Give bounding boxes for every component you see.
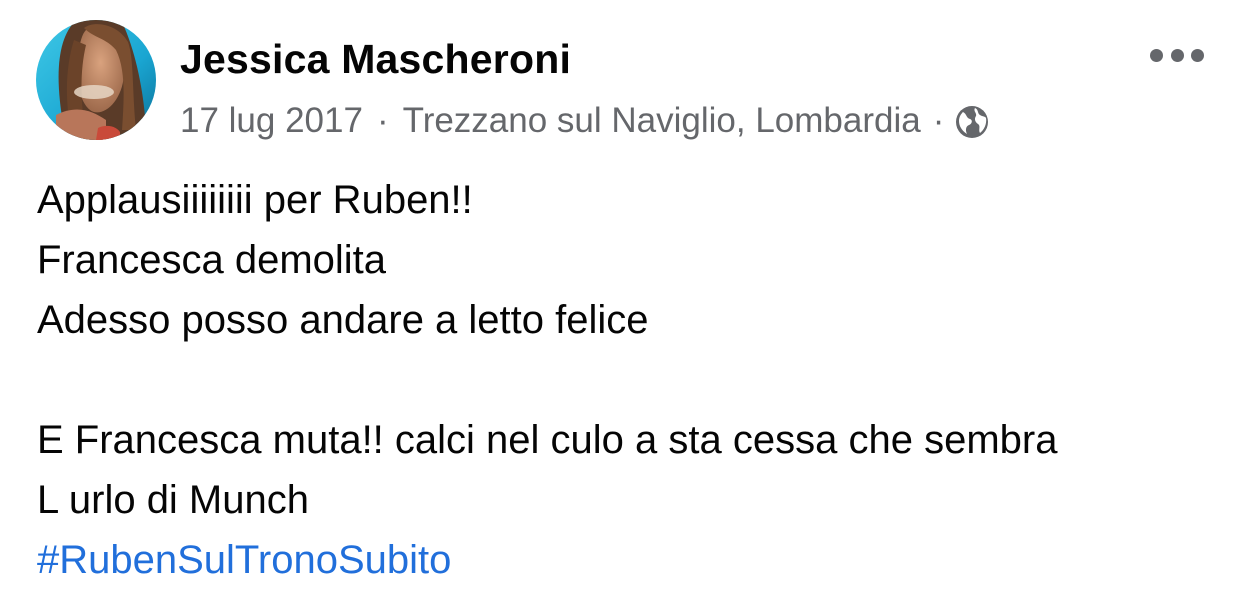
post-text-line	[37, 350, 1057, 410]
post-text-line: E Francesca muta!! calci nel culo a sta …	[37, 418, 1058, 462]
hashtag-link[interactable]: #RubenSulTronoSubito	[37, 530, 1057, 590]
post-text-line: Francesca demolita	[37, 238, 387, 282]
post-text-line: Adesso posso andare a letto felice	[37, 298, 649, 342]
post-text-line: L urlo di Munch	[37, 478, 309, 522]
globe-icon	[954, 104, 990, 140]
more-dot	[1150, 48, 1163, 62]
post-date[interactable]: 17 lug 2017	[180, 101, 363, 141]
avatar-image	[36, 20, 156, 140]
author-name[interactable]: Jessica Mascheroni	[180, 36, 571, 83]
more-dot	[1170, 48, 1184, 62]
post-meta: 17 lug 2017 · Trezzano sul Naviglio, Lom…	[180, 98, 990, 144]
meta-separator-2: ·	[932, 101, 945, 140]
post-location[interactable]: Trezzano sul Naviglio, Lombardia	[403, 101, 921, 141]
meta-separator: ·	[376, 101, 389, 140]
more-options-icon[interactable]	[1150, 40, 1204, 70]
facebook-post: Jessica Mascheroni 17 lug 2017 · Trezzan…	[0, 0, 1242, 604]
post-text-line: Applausiiiiiiii per Ruben!!	[37, 178, 473, 222]
post-text: Applausiiiiiiii per Ruben!! Francesca de…	[37, 170, 1057, 590]
more-dot	[1191, 48, 1204, 62]
avatar[interactable]	[36, 20, 156, 140]
